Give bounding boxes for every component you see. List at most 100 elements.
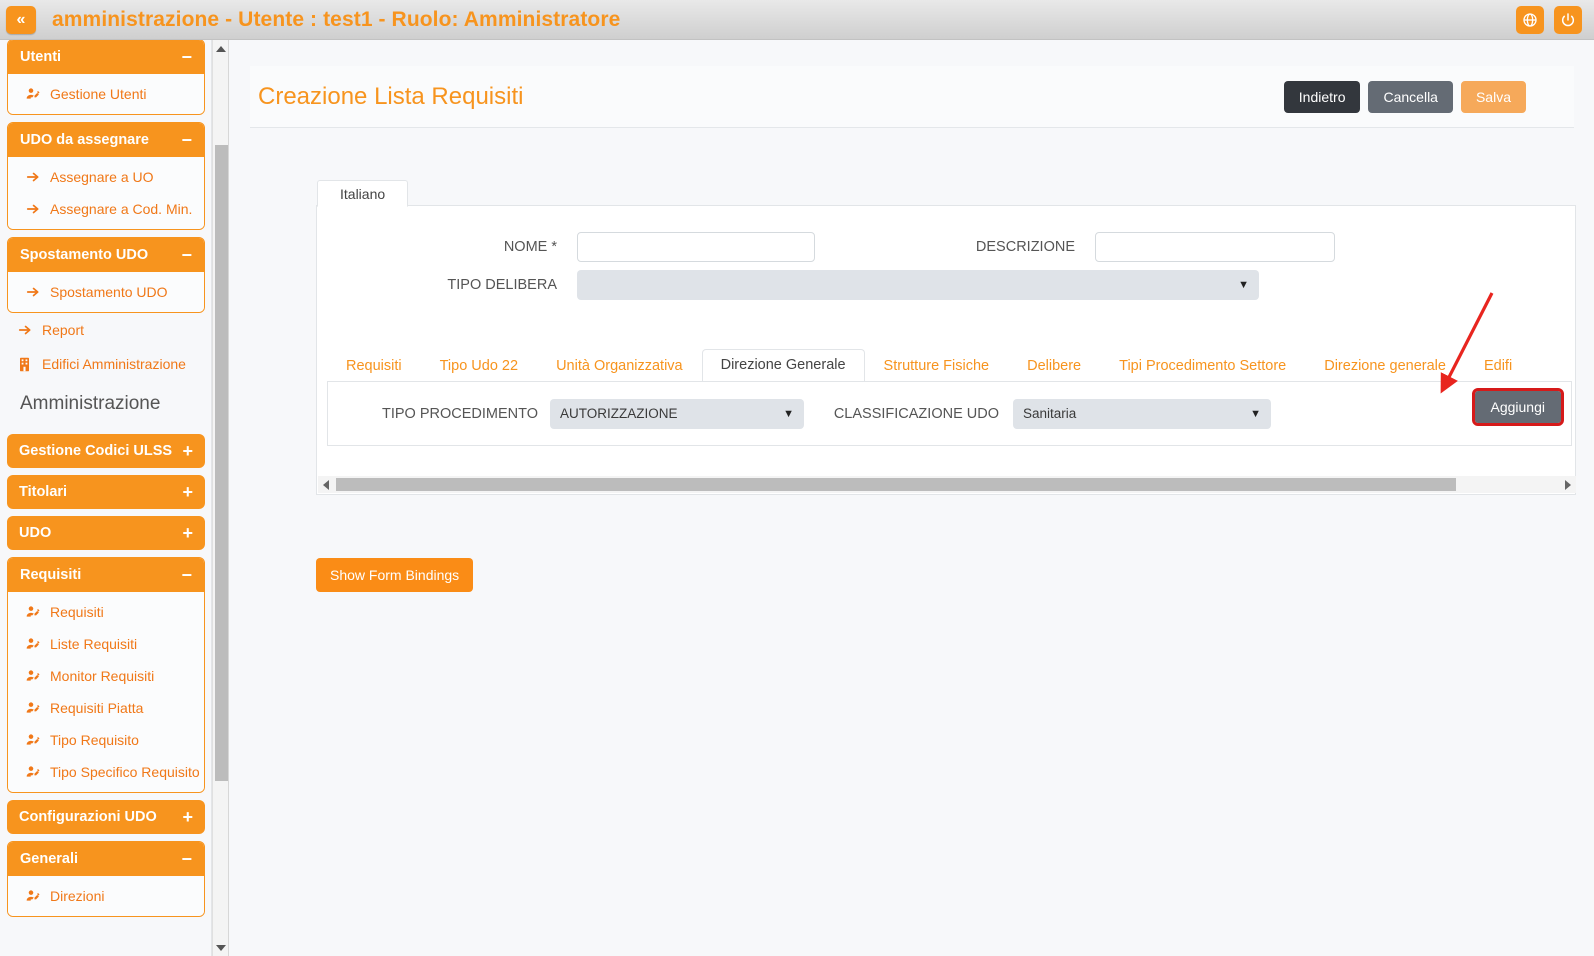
sidebar-item-requisiti-piatta[interactable]: Requisiti Piatta [8, 692, 204, 724]
sidebar-panel-header-gestione-codici-ulss[interactable]: Gestione Codici ULSS + [7, 434, 205, 468]
sidebar-collapse-button[interactable]: « [6, 5, 36, 34]
tab-strutture-fisiche[interactable]: Strutture Fisiche [865, 350, 1009, 381]
sidebar-panel-label: Gestione Codici ULSS [19, 443, 173, 459]
sidebar-panel-requisiti: Requisiti − Requisiti Liste Requisiti Mo… [7, 557, 205, 793]
tab-panel-direzione-generale: TIPO PROCEDIMENTO AUTORIZZAZIONE ▼ CLASS… [327, 382, 1572, 446]
sidebar-panel-configurazioni-udo: Configurazioni UDO + [7, 800, 205, 834]
sidebar-panel-header-udo-da-assegnare[interactable]: UDO da assegnare − [8, 123, 204, 157]
tab-tipo-udo-22[interactable]: Tipo Udo 22 [421, 350, 537, 381]
sidebar-scrollbar[interactable] [212, 40, 229, 956]
plus-icon: + [182, 807, 193, 827]
descrizione-input[interactable] [1095, 232, 1335, 262]
sidebar-panel-header-titolari[interactable]: Titolari + [7, 475, 205, 509]
sidebar-panel-header-configurazioni-udo[interactable]: Configurazioni UDO + [7, 800, 205, 834]
tipo-procedimento-value: AUTORIZZAZIONE [560, 406, 678, 421]
minus-icon: − [181, 245, 192, 265]
sidebar-item-label: Edifici Amministrazione [42, 356, 186, 372]
nome-input[interactable] [577, 232, 815, 262]
sidebar-item-label: Tipo Specifico Requisito [50, 764, 200, 780]
sidebar-panel-body-udo-da-assegnare: Assegnare a UO Assegnare a Cod. Min. [8, 157, 204, 229]
classificazione-udo-value: Sanitaria [1023, 406, 1077, 421]
tab-requisiti[interactable]: Requisiti [327, 350, 421, 381]
power-icon[interactable] [1554, 5, 1582, 34]
sidebar-panel-header-utenti[interactable]: Utenti − [8, 40, 204, 74]
tipo-delibera-select[interactable]: ▼ [577, 270, 1259, 300]
horizontal-scrollbar[interactable] [318, 476, 1576, 493]
chevron-down-icon: ▼ [1250, 407, 1261, 420]
sidebar-panel-udo: UDO + [7, 516, 205, 550]
cancel-button[interactable]: Cancella [1368, 80, 1453, 113]
top-bar: « amministrazione - Utente : test1 - Ruo… [0, 0, 1594, 40]
sidebar-panel-body-requisiti: Requisiti Liste Requisiti Monitor Requis… [8, 592, 204, 792]
sidebar-item-requisiti[interactable]: Requisiti [8, 596, 204, 628]
arrow-right-icon [16, 323, 33, 337]
sidebar-panel-body-spostamento-udo: Spostamento UDO [8, 272, 204, 312]
form-row-tipo-delibera: TIPO DELIBERA ▼ [317, 270, 1527, 300]
sidebar-item-tipo-requisito[interactable]: Tipo Requisito [8, 724, 204, 756]
arrow-right-icon [24, 170, 41, 184]
scroll-down-icon[interactable] [213, 939, 229, 956]
tab-italiano[interactable]: Italiano [317, 180, 409, 207]
sidebar-item-tipo-specifico-requisito[interactable]: Tipo Specifico Requisito [8, 756, 204, 788]
globe-icon[interactable] [1516, 5, 1544, 34]
building-icon [16, 357, 33, 372]
tab-delibere[interactable]: Delibere [1008, 350, 1100, 381]
user-edit-icon [24, 636, 41, 652]
tab-edifici[interactable]: Edifi [1465, 350, 1531, 381]
minus-icon: − [181, 565, 192, 585]
annotation-arrow [1440, 292, 1494, 394]
horizontal-scrollbar-thumb[interactable] [336, 478, 1456, 491]
show-form-bindings-button[interactable]: Show Form Bindings [316, 558, 474, 592]
sidebar-item-direzioni[interactable]: Direzioni [8, 880, 204, 912]
sidebar-item-gestione-utenti[interactable]: Gestione Utenti [8, 78, 204, 110]
sidebar-item-label: Monitor Requisiti [50, 668, 155, 684]
descrizione-label: DESCRIZIONE [975, 239, 1075, 255]
topbar-actions [1516, 5, 1582, 34]
tab-direzione-generale-2[interactable]: Direzione generale [1305, 350, 1465, 381]
sidebar-item-liste-requisiti[interactable]: Liste Requisiti [8, 628, 204, 660]
tab-unita-organizzativa[interactable]: Unità Organizzativa [537, 350, 702, 381]
sidebar-item-label: Liste Requisiti [50, 636, 138, 652]
sidebar-item-report[interactable]: Report [0, 313, 211, 347]
tipo-procedimento-label: TIPO PROCEDIMENTO [381, 405, 538, 422]
back-button[interactable]: Indietro [1283, 80, 1361, 113]
sidebar-panel-label: UDO da assegnare [20, 132, 149, 148]
chevron-down-icon: ▼ [783, 407, 794, 420]
save-button[interactable]: Salva [1460, 80, 1526, 113]
scroll-up-icon[interactable] [213, 40, 229, 57]
sidebar-scrollbar-thumb[interactable] [215, 145, 228, 781]
minus-icon: − [181, 849, 192, 869]
sidebar[interactable]: Utenti − Gestione Utenti UDO da assegnar… [0, 40, 212, 956]
sidebar-panel-generali: Generali − Direzioni [7, 841, 205, 917]
tab-tipi-procedimento-settore[interactable]: Tipi Procedimento Settore [1100, 350, 1305, 381]
tab-direzione-generale[interactable]: Direzione Generale [701, 349, 865, 381]
scroll-left-icon[interactable] [318, 476, 334, 493]
tab-bar[interactable]: Requisiti Tipo Udo 22 Unità Organizzativ… [327, 349, 1572, 382]
sidebar-item-edifici-amministrazione[interactable]: Edifici Amministrazione [0, 347, 211, 381]
sidebar-panel-header-requisiti[interactable]: Requisiti − [8, 558, 204, 592]
tipo-procedimento-select[interactable]: AUTORIZZAZIONE ▼ [550, 398, 804, 429]
page-header: Creazione Lista Requisiti Indietro Cance… [250, 66, 1574, 128]
user-edit-icon [24, 604, 41, 620]
sidebar-item-spostamento-udo[interactable]: Spostamento UDO [8, 276, 204, 308]
sidebar-panel-header-udo[interactable]: UDO + [7, 516, 205, 550]
sidebar-item-monitor-requisiti[interactable]: Monitor Requisiti [8, 660, 204, 692]
classificazione-udo-select[interactable]: Sanitaria ▼ [1013, 398, 1271, 429]
arrow-right-icon [24, 202, 41, 216]
sidebar-panel-spostamento-udo: Spostamento UDO − Spostamento UDO [7, 237, 205, 313]
user-edit-icon [24, 668, 41, 684]
sidebar-item-label: Gestione Utenti [50, 86, 147, 102]
user-edit-icon [24, 732, 41, 748]
sidebar-panel-label: Utenti [20, 49, 62, 65]
page-action-buttons: Indietro Cancella Salva [1283, 80, 1574, 113]
sidebar-item-assegnare-a-uo[interactable]: Assegnare a UO [8, 161, 204, 193]
sidebar-item-assegnare-a-cod-min[interactable]: Assegnare a Cod. Min. [8, 193, 204, 225]
scroll-right-icon[interactable] [1560, 476, 1576, 493]
sidebar-panel-label: Requisiti [20, 567, 82, 583]
sidebar-item-label: Assegnare a Cod. Min. [50, 201, 193, 217]
sidebar-panel-header-generali[interactable]: Generali − [8, 842, 204, 876]
sidebar-panel-header-spostamento-udo[interactable]: Spostamento UDO − [8, 238, 204, 272]
plus-icon: + [182, 441, 193, 461]
sidebar-item-label: Direzioni [50, 888, 105, 904]
add-button[interactable]: Aggiungi [1471, 388, 1564, 426]
